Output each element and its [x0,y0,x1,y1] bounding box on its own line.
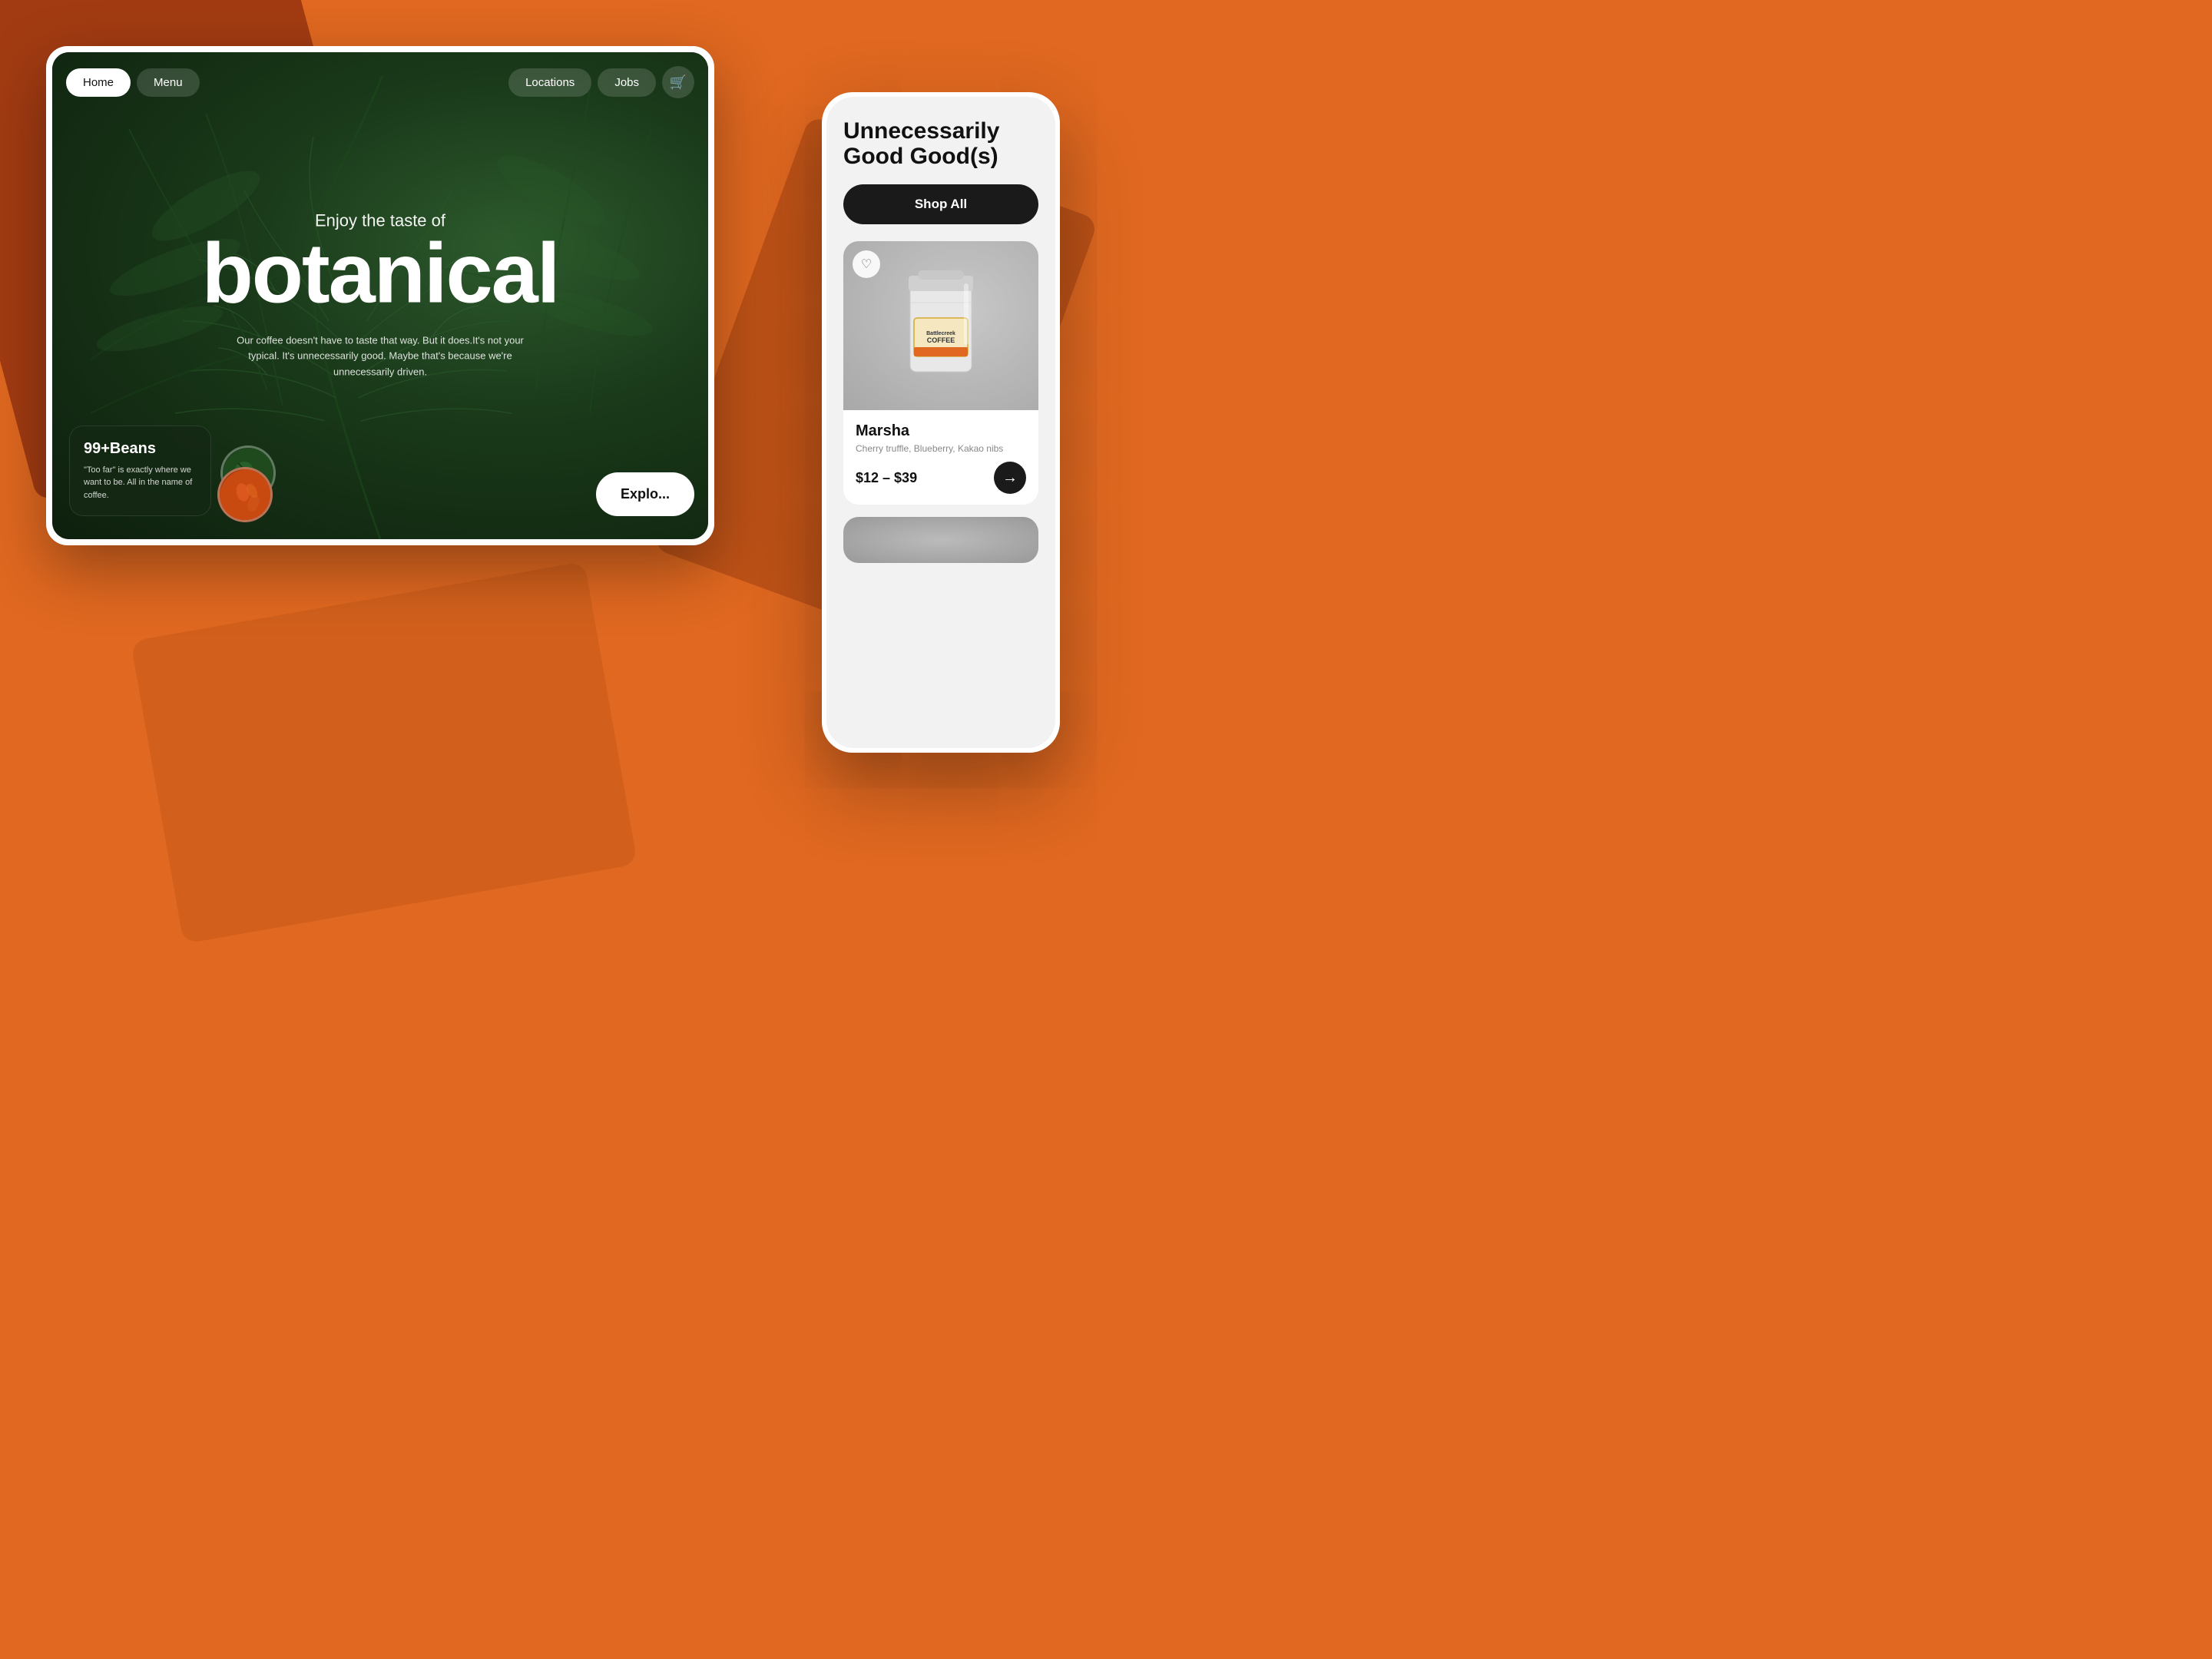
coffee-bag-image: Battlecreek COFFEE [887,257,995,395]
mobile-title: UnnecessarilyGood Good(s) [843,118,1038,169]
heart-icon: ♡ [861,257,872,272]
locations-nav-button[interactable]: Locations [508,68,591,97]
tablet-screen: Home Menu Locations Jobs 🛒 Enjoy the tas… [52,52,708,539]
bg-shadow-3 [131,561,637,944]
mobile-content: UnnecessarilyGood Good(s) Shop All [826,97,1055,578]
bean-bottom-circle [217,467,273,522]
product-info: Marsha Cherry truffle, Blueberry, Kakao … [843,410,1038,505]
cart-icon: 🛒 [670,75,687,91]
product-price: $12 – $39 [856,470,917,486]
product-card-2-background [843,517,1038,563]
shop-all-button[interactable]: Shop All [843,184,1038,224]
jobs-nav-button[interactable]: Jobs [598,68,656,97]
info-card-description: "Too far" is exactly where we want to be… [84,464,197,502]
bean-images [217,445,279,522]
nav-left: Home Menu [66,68,200,97]
svg-text:COFFEE: COFFEE [927,336,955,344]
hero-title: botanical [118,234,642,315]
heart-button[interactable]: ♡ [853,250,880,278]
hero-subtitle: Enjoy the taste of [118,211,642,231]
product-name: Marsha [856,422,1026,440]
add-icon: → [1002,469,1018,487]
nav-right: Locations Jobs 🛒 [508,66,694,98]
cart-button[interactable]: 🛒 [662,66,694,98]
add-to-cart-button[interactable]: → [994,462,1026,494]
tablet-device: Home Menu Locations Jobs 🛒 Enjoy the tas… [46,46,714,545]
product-footer: $12 – $39 → [856,462,1026,494]
mobile-device: UnnecessarilyGood Good(s) Shop All [822,92,1060,753]
product-card-2 [843,517,1038,563]
menu-nav-button[interactable]: Menu [137,68,200,97]
hero-content: Enjoy the taste of botanical Our coffee … [118,211,642,381]
hero-description: Our coffee doesn't have to taste that wa… [227,333,534,380]
info-card: 99+Beans "Too far" is exactly where we w… [69,426,211,517]
home-nav-button[interactable]: Home [66,68,131,97]
info-card-title: 99+Beans [84,440,197,458]
explore-button[interactable]: Explo... [596,472,694,516]
product-image-area: Battlecreek COFFEE ♡ [843,241,1038,410]
tablet-navbar: Home Menu Locations Jobs 🛒 [66,66,694,98]
svg-text:Battlecreek: Battlecreek [926,331,955,336]
mobile-title-text: UnnecessarilyGood Good(s) [843,118,999,169]
mobile-screen: UnnecessarilyGood Good(s) Shop All [826,97,1055,748]
product-card: Battlecreek COFFEE ♡ Marsha [843,241,1038,505]
product-description: Cherry truffle, Blueberry, Kakao nibs [856,443,1026,454]
